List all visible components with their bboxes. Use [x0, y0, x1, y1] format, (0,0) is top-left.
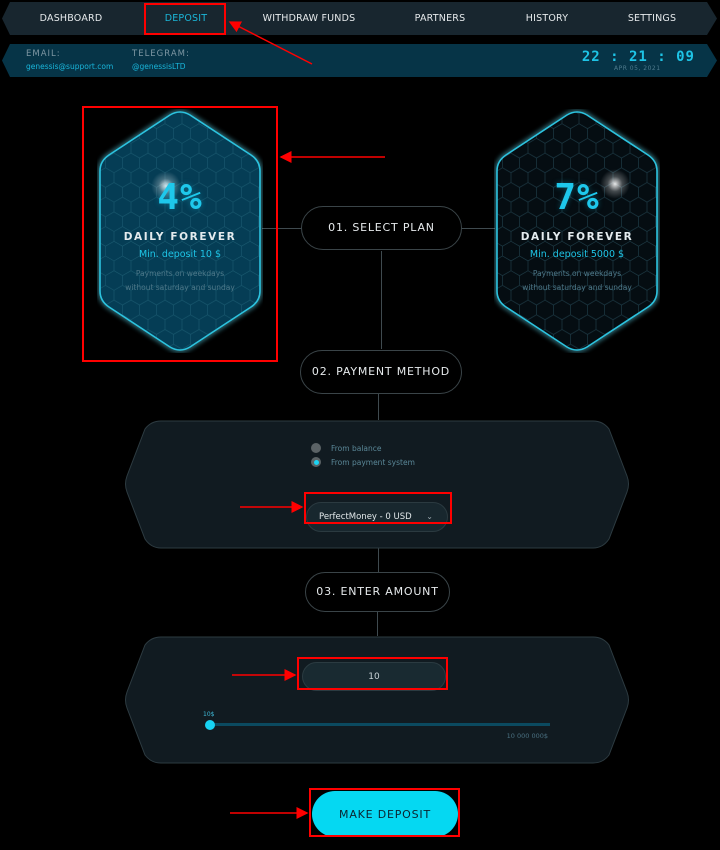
plan-description-line: without saturday and sunday	[522, 283, 632, 292]
nav-item-dashboard[interactable]: Dashboard	[26, 2, 116, 35]
connector-line	[378, 548, 379, 573]
main-nav: Dashboard Deposit Withdraw funds Partner…	[2, 2, 717, 35]
email-link[interactable]: genessis@support.com	[26, 62, 113, 71]
nav-item-history[interactable]: History	[512, 2, 582, 35]
annotation-highlight-box	[309, 788, 460, 837]
connector-line	[461, 228, 495, 229]
step-select-plan: 01. Select plan	[301, 206, 462, 250]
plan-title: DAILY FOREVER	[520, 231, 634, 243]
amount-panel: 10$ 10 000 000$	[123, 636, 631, 764]
plan-card-7-percent[interactable]: 7% DAILY FOREVER Min. deposit 5000 $ Pay…	[494, 109, 660, 353]
contact-info-bar: EMAIL: genessis@support.com TELEGRAM: @g…	[2, 44, 717, 77]
connector-line	[378, 394, 379, 420]
annotation-highlight-box	[82, 106, 278, 362]
slider-max-label: 10 000 000$	[506, 732, 548, 740]
annotation-highlight-box	[144, 3, 226, 35]
radio-from-balance[interactable]: From balance	[311, 443, 382, 453]
connector-line	[381, 251, 382, 349]
payment-method-panel: From balance From payment system Perfect…	[123, 420, 631, 549]
nav-item-partners[interactable]: Partners	[400, 2, 480, 35]
radio-button-checked[interactable]	[311, 457, 321, 467]
amount-slider[interactable]	[205, 719, 550, 730]
radio-from-payment-system[interactable]: From payment system	[311, 457, 415, 467]
email-label: EMAIL:	[26, 49, 61, 59]
radio-label: From balance	[331, 443, 382, 453]
clock-date: APR 05, 2021	[614, 65, 661, 72]
step-payment-method: 02. Payment method	[300, 350, 462, 394]
radio-label: From payment system	[331, 457, 415, 467]
plan-description: Payments on weekdays without saturday an…	[494, 267, 660, 295]
annotation-highlight-box	[297, 657, 448, 690]
slider-handle[interactable]	[205, 719, 215, 730]
telegram-label: TELEGRAM:	[132, 49, 190, 59]
plan-description-line: Payments on weekdays	[532, 269, 622, 278]
clock-time: 22 : 21 : 09	[581, 49, 695, 65]
plan-rate: 7%	[554, 177, 600, 218]
nav-item-withdraw-funds[interactable]: Withdraw funds	[254, 2, 364, 35]
panel-shape	[125, 636, 629, 764]
annotation-highlight-box	[304, 492, 452, 524]
nav-item-settings[interactable]: Settings	[612, 2, 692, 35]
plan-min-deposit: Min. deposit 5000 $	[529, 249, 625, 260]
telegram-link[interactable]: @genessisLTD	[132, 62, 186, 71]
step-enter-amount: 03. Enter amount	[305, 572, 450, 612]
connector-line	[377, 611, 378, 636]
radio-button[interactable]	[311, 443, 321, 453]
slider-min-label: 10$	[203, 711, 215, 718]
